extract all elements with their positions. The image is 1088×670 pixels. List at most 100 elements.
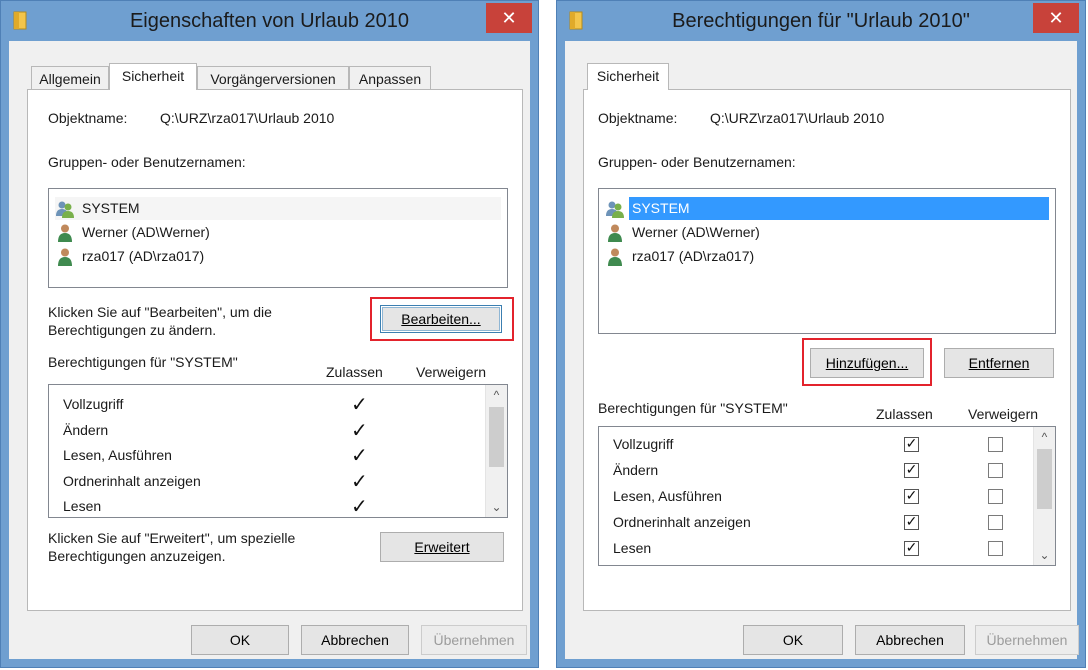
permission-row: Ordnerinhalt anzeigen — [63, 473, 201, 489]
scroll-up-icon[interactable]: ^ — [486, 385, 507, 405]
deny-checkbox[interactable] — [988, 437, 1003, 452]
apply-button[interactable]: Übernehmen — [975, 625, 1079, 655]
window-title: Eigenschaften von Urlaub 2010 — [129, 10, 410, 32]
user-icon — [608, 224, 622, 242]
permission-row: Ändern — [63, 422, 109, 438]
permission-row: Ordnerinhalt anzeigen — [613, 514, 751, 530]
window-title: Berechtigungen für "Urlaub 2010" — [672, 10, 970, 32]
advanced-button[interactable]: Erweitert — [380, 532, 504, 562]
groups-label: Gruppen- oder Benutzernamen: — [598, 154, 796, 170]
advanced-hint-line2: Berechtigungen anzuzeigen. — [48, 548, 226, 564]
tab-vorgaengerversionen[interactable]: Vorgängerversionen — [197, 66, 349, 90]
properties-window: Eigenschaften von Urlaub 2010 ✕ Allgemei… — [0, 0, 539, 668]
highlight-box — [370, 297, 514, 341]
user-group-icon — [606, 201, 624, 218]
check-icon: ✓ — [905, 435, 918, 451]
allow-checkbox[interactable]: ✓ — [904, 513, 919, 530]
list-item[interactable]: Werner (AD\Werner) — [605, 221, 1049, 244]
column-deny: Verweigern — [416, 364, 487, 380]
user-icon — [58, 224, 72, 242]
tab-allgemein[interactable]: Allgemein — [31, 66, 109, 90]
scrollbar[interactable]: ^ ⌄ — [1033, 427, 1055, 565]
tab-sicherheit[interactable]: Sicherheit — [109, 63, 197, 90]
permissions-header: Berechtigungen für "SYSTEM" — [598, 400, 788, 416]
user-icon — [58, 248, 72, 266]
dialog-client: Sicherheit Objektname: Q:\URZ\rza017\Url… — [565, 41, 1079, 659]
allow-checkbox[interactable]: ✓ — [904, 539, 919, 556]
user-group-icon — [56, 201, 74, 218]
deny-checkbox[interactable] — [988, 463, 1003, 478]
object-name-value: Q:\URZ\rza017\Urlaub 2010 — [160, 110, 335, 126]
check-icon: ✓ — [905, 487, 918, 503]
object-name-value: Q:\URZ\rza017\Urlaub 2010 — [710, 110, 885, 126]
user-name: rza017 (AD\rza017) — [632, 248, 755, 264]
edit-hint-line2: Berechtigungen zu ändern. — [48, 322, 217, 338]
cancel-button[interactable]: Abbrechen — [855, 625, 965, 655]
user-name: Werner (AD\Werner) — [632, 224, 760, 240]
dialog-client: Allgemein Sicherheit Vorgängerversionen … — [9, 41, 530, 659]
list-item[interactable]: SYSTEM — [55, 197, 501, 220]
permission-row: Ändern — [613, 462, 659, 478]
security-panel: Objektname: Q:\URZ\rza017\Urlaub 2010 Gr… — [583, 89, 1071, 611]
scrollbar[interactable]: ^ ⌄ — [485, 385, 507, 517]
advanced-hint-line1: Klicken Sie auf "Erweitert", um speziell… — [48, 530, 296, 546]
permission-row: Vollzugriff — [613, 436, 674, 452]
object-name-label: Objektname: — [48, 110, 128, 126]
remove-button[interactable]: Entfernen — [944, 348, 1054, 378]
allow-checkbox[interactable]: ✓ — [904, 487, 919, 504]
deny-checkbox[interactable] — [988, 489, 1003, 504]
user-name: rza017 (AD\rza017) — [82, 248, 205, 264]
user-name: SYSTEM — [629, 197, 1049, 220]
permission-row: Lesen, Ausführen — [63, 447, 172, 463]
scroll-down-icon[interactable]: ⌄ — [486, 497, 507, 517]
close-button[interactable]: ✕ — [1033, 3, 1079, 33]
title-bar[interactable]: Berechtigungen für "Urlaub 2010" ✕ — [557, 1, 1085, 41]
list-item[interactable]: rza017 (AD\rza017) — [605, 245, 1049, 268]
column-allow: Zulassen — [876, 406, 933, 422]
list-item[interactable]: Werner (AD\Werner) — [55, 221, 501, 244]
permission-row: Lesen — [63, 498, 102, 514]
allow-checkbox[interactable]: ✓ — [904, 461, 919, 478]
allow-checkbox[interactable]: ✓ — [904, 435, 919, 452]
users-list[interactable]: SYSTEM Werner (AD\Werner) rza017 (AD\rza… — [598, 188, 1056, 334]
groups-label: Gruppen- oder Benutzernamen: — [48, 154, 246, 170]
cancel-button[interactable]: Abbrechen — [301, 625, 409, 655]
permission-row: Lesen, Ausführen — [613, 488, 722, 504]
user-name: Werner (AD\Werner) — [82, 224, 210, 240]
users-list[interactable]: SYSTEM Werner (AD\Werner) rza017 (AD\rza… — [48, 188, 508, 288]
list-item[interactable]: rza017 (AD\rza017) — [55, 245, 501, 268]
column-deny: Verweigern — [968, 406, 1039, 422]
permissions-header: Berechtigungen für "SYSTEM" — [48, 354, 238, 370]
close-icon: ✕ — [1048, 8, 1064, 28]
scroll-down-icon[interactable]: ⌄ — [1034, 545, 1055, 565]
check-icon: ✓ — [905, 513, 918, 529]
check-icon: ✓ — [351, 496, 368, 518]
permissions-window: Berechtigungen für "Urlaub 2010" ✕ Siche… — [556, 0, 1086, 668]
apply-button[interactable]: Übernehmen — [421, 625, 527, 655]
title-bar[interactable]: Eigenschaften von Urlaub 2010 ✕ — [1, 1, 538, 41]
deny-checkbox[interactable] — [988, 515, 1003, 530]
ok-button[interactable]: OK — [743, 625, 843, 655]
permissions-list[interactable]: Vollzugriff Ändern Lesen, Ausführen Ordn… — [598, 426, 1056, 566]
close-button[interactable]: ✕ — [486, 3, 532, 33]
check-icon: ✓ — [351, 394, 368, 416]
permissions-list[interactable]: Vollzugriff Ändern Lesen, Ausführen Ordn… — [48, 384, 508, 518]
check-icon: ✓ — [351, 471, 368, 493]
permission-row: Vollzugriff — [63, 396, 124, 412]
scroll-up-icon[interactable]: ^ — [1034, 427, 1055, 447]
column-allow: Zulassen — [326, 364, 383, 380]
scroll-thumb[interactable] — [489, 407, 504, 467]
edit-hint-line1: Klicken Sie auf "Bearbeiten", um die — [48, 304, 272, 320]
scroll-thumb[interactable] — [1037, 449, 1052, 509]
list-item[interactable]: SYSTEM — [605, 197, 1049, 220]
check-icon: ✓ — [351, 445, 368, 467]
check-icon: ✓ — [351, 420, 368, 442]
tab-anpassen[interactable]: Anpassen — [349, 66, 431, 90]
tab-sicherheit[interactable]: Sicherheit — [587, 63, 669, 90]
user-icon — [608, 248, 622, 266]
ok-button[interactable]: OK — [191, 625, 289, 655]
user-name: SYSTEM — [82, 200, 140, 216]
highlight-box — [802, 338, 932, 386]
deny-checkbox[interactable] — [988, 541, 1003, 556]
close-icon: ✕ — [501, 8, 517, 28]
